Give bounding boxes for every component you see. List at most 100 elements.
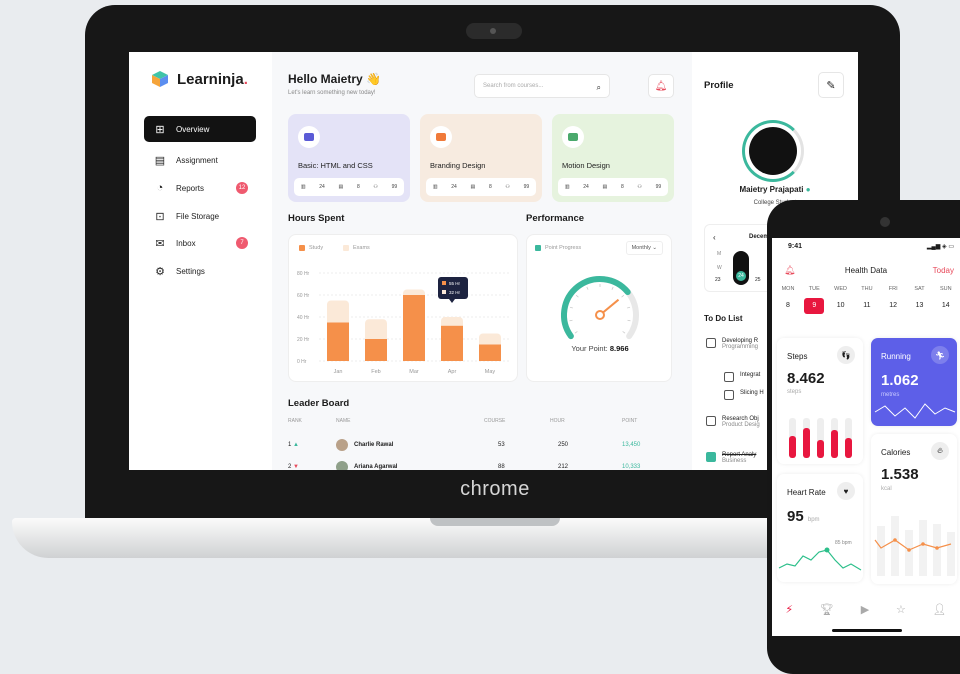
- day-button[interactable]: 10: [831, 298, 851, 314]
- table-row[interactable]: 1 ▲ Charlie Rawal 53 250 13,450: [288, 436, 674, 454]
- calendar-day[interactable]: 23: [715, 277, 721, 283]
- sidebar-item-settings[interactable]: ⚙ Settings: [144, 258, 256, 284]
- search-placeholder: Search from courses...: [483, 83, 544, 89]
- todo-item[interactable]: Developing R Programming: [706, 338, 758, 350]
- weekday-label: SAT: [914, 286, 925, 292]
- heart-label: Heart Rate: [787, 488, 826, 497]
- sidebar-item-overview[interactable]: ⊞ Overview: [144, 116, 256, 142]
- page-title: Hello Maietry 👋: [288, 72, 381, 86]
- lesson-count: 24: [319, 184, 325, 190]
- trophy-icon[interactable]: 🏆︎: [820, 603, 834, 616]
- day-button[interactable]: 8: [778, 298, 798, 314]
- sidebar-item-label: Assignment: [176, 155, 218, 165]
- calories-label: Calories: [881, 448, 911, 457]
- search-input[interactable]: Search from courses... ⌕: [474, 74, 610, 98]
- today-link[interactable]: Today: [933, 266, 954, 275]
- tab-bar: ⚡︎ 🏆︎ ▶ ☆ 👤︎: [772, 594, 960, 624]
- app-screen: Learninja. ⊞ Overview ▤ Assignment ◔ Report…: [129, 52, 858, 470]
- todo-item[interactable]: Integrat: [724, 372, 760, 382]
- chevron-left-icon[interactable]: ‹: [713, 233, 716, 242]
- hour-cell: 212: [558, 464, 569, 470]
- todo-item[interactable]: Slicing H: [724, 390, 764, 400]
- verified-icon: ●: [805, 185, 811, 194]
- weekday-label: MON: [781, 286, 795, 292]
- heart-unit: bpm: [807, 517, 820, 523]
- running-value: 1.062: [881, 372, 919, 389]
- course-card[interactable]: Motion Design ▥ 24 ▤ 8 ⚇ 99: [552, 114, 674, 202]
- calendar-day[interactable]: 25: [755, 277, 761, 283]
- y-tick-label: 20 Hr: [297, 337, 310, 343]
- hours-title: Hours Spent: [288, 213, 345, 224]
- running-card[interactable]: Running 🏃︎ 1.062 metres: [871, 338, 957, 426]
- student-count: 99: [523, 184, 530, 190]
- checkbox[interactable]: [724, 390, 734, 400]
- todo-title: To Do List: [704, 314, 743, 323]
- day-button[interactable]: 12: [883, 298, 903, 314]
- sidebar-item-reports[interactable]: ◔ Reports 12: [144, 175, 256, 201]
- notification-badge: 12: [236, 182, 248, 194]
- bell-icon[interactable]: 🔔︎: [648, 74, 674, 98]
- fire-icon: 🔥︎: [931, 442, 949, 460]
- checkbox[interactable]: [724, 372, 734, 382]
- tooltip-value: 32 Hr: [449, 290, 461, 295]
- steps-value: 8.462: [787, 370, 825, 387]
- course-card[interactable]: Basic: HTML and CSS ▥ 24 ▤ 8 ⚇ 99: [288, 114, 410, 202]
- x-tick-label: May: [485, 369, 496, 375]
- video-icon[interactable]: ▶: [861, 603, 869, 616]
- day-button[interactable]: 13: [910, 298, 930, 314]
- user-icon[interactable]: 👤︎: [933, 603, 947, 616]
- heart-icon: ♥: [837, 482, 855, 500]
- course-name: Branding Design: [430, 161, 486, 170]
- avatar[interactable]: [749, 127, 797, 175]
- edit-icon[interactable]: ✎: [818, 72, 844, 98]
- course-card[interactable]: Branding Design ▥ 24 ▤ 8 ⚇ 99: [420, 114, 542, 202]
- assignment-count: 8: [488, 184, 492, 190]
- gauge-tick: [627, 319, 631, 322]
- day-button[interactable]: 14: [936, 298, 956, 314]
- course-icon: [430, 126, 452, 148]
- bar-study: [365, 339, 387, 361]
- running-line: [874, 403, 956, 419]
- heart-rate-card[interactable]: Heart Rate ♥ 95 bpm 85 bpm: [777, 474, 863, 582]
- lesson-count: 24: [583, 184, 589, 190]
- calories-card[interactable]: Calories 🔥︎ 1.538 kcal: [871, 434, 957, 584]
- todo-item[interactable]: Research Obj Product Desig: [706, 416, 760, 428]
- checkbox[interactable]: [706, 416, 716, 426]
- sidebar-item-assignment[interactable]: ▤ Assignment: [144, 147, 256, 173]
- assignment-count: 8: [620, 184, 624, 190]
- gauge-tick: [569, 306, 573, 309]
- point-cell: 10,333: [622, 464, 641, 470]
- rank-cell: 1 ▲: [288, 442, 299, 448]
- table-row[interactable]: 2 ▼ Ariana Agarwal 88 212 10,333: [288, 458, 674, 470]
- course-cell: 88: [498, 464, 505, 470]
- star-icon[interactable]: ☆: [896, 603, 906, 616]
- course-stats: ▥ 24 ▤ 8 ⚇ 99: [294, 178, 404, 196]
- logo[interactable]: Learninja.: [151, 70, 248, 88]
- sidebar-item-label: Inbox: [176, 238, 196, 248]
- clipboard-icon: ▤: [470, 184, 476, 190]
- steps-card[interactable]: Steps 👣︎ 8.462 steps: [777, 338, 863, 464]
- cube-logo-icon: [152, 71, 168, 87]
- logo-text: Learninja: [177, 70, 244, 88]
- course-stats: ▥ 24 ▤ 8 ⚇ 99: [558, 178, 668, 196]
- x-tick-label: Apr: [448, 369, 457, 375]
- heart-value: 95: [787, 508, 804, 525]
- search-icon: ⌕: [596, 83, 601, 92]
- bolt-icon[interactable]: ⚡︎: [785, 603, 793, 616]
- y-tick-label: 60 Hr: [297, 293, 310, 299]
- y-tick-label: 40 Hr: [297, 315, 310, 321]
- day-button[interactable]: 9: [804, 298, 825, 314]
- checkbox[interactable]: [706, 338, 716, 348]
- phone-screen: 9:41 ▂▄▆ ◈ ▭ 🔔︎ Health Data Today MON 8 TU…: [772, 238, 960, 636]
- name-cell: Ariana Agarwal: [336, 461, 484, 470]
- sidebar-item-file-storage[interactable]: ⊡ File Storage: [144, 203, 256, 229]
- point-cell: 13,450: [622, 442, 641, 448]
- hours-bar-chart: 80 Hr 60 Hr 40 Hr 20 Hr 0 Hr Jan Feb Mar Apr May 5…: [297, 271, 509, 375]
- todo-item[interactable]: Report Analy Business: [706, 452, 756, 464]
- checkbox[interactable]: [706, 452, 716, 462]
- day-button[interactable]: 11: [857, 298, 877, 314]
- sidebar-item-inbox[interactable]: ✉ Inbox 7: [144, 230, 256, 256]
- calories-chart: [874, 516, 955, 576]
- users-icon: ⚇: [373, 184, 378, 190]
- profile-title: Profile: [704, 80, 734, 91]
